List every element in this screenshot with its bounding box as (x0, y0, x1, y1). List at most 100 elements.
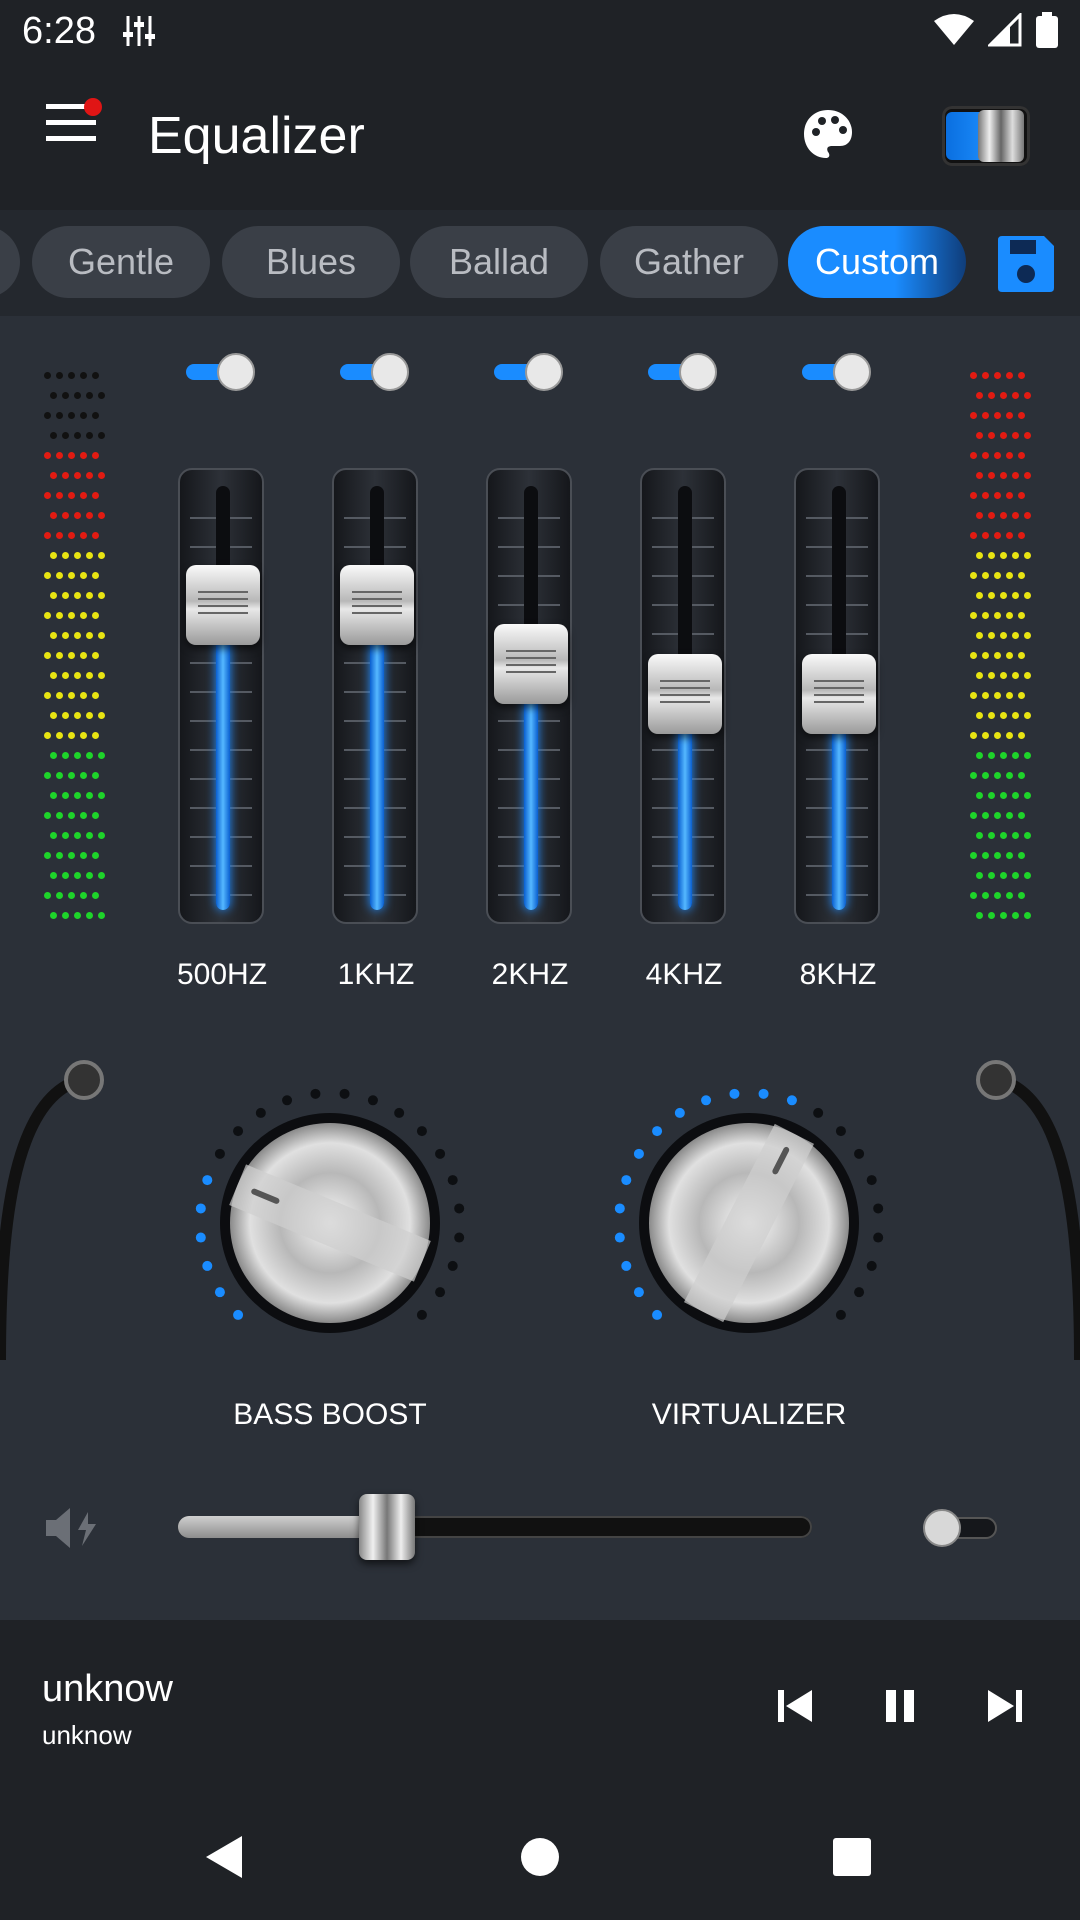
vu-dot (56, 732, 63, 739)
dial-tick (873, 1203, 884, 1214)
band-slider[interactable] (332, 468, 418, 924)
vu-dot (62, 472, 69, 479)
vu-dot (1012, 752, 1019, 759)
home-icon[interactable] (518, 1832, 562, 1887)
pause-button[interactable] (880, 1686, 920, 1731)
dial-tick (701, 1095, 712, 1106)
vu-dot (86, 832, 93, 839)
virtualizer-label: VIRTUALIZER (651, 1398, 847, 1431)
vu-dot (50, 832, 57, 839)
vu-dot (92, 532, 99, 539)
band-toggle[interactable] (184, 350, 260, 394)
vu-dot (994, 372, 1001, 379)
slider-knob[interactable] (802, 653, 876, 734)
band-toggle[interactable] (800, 350, 876, 394)
status-time: 6:28 (22, 10, 96, 52)
vu-dot (982, 572, 989, 579)
slider-knob[interactable] (340, 564, 414, 645)
palette-icon[interactable] (802, 108, 854, 165)
vu-dot (988, 512, 995, 519)
slider-knob[interactable] (494, 624, 568, 705)
band-slider[interactable] (178, 468, 264, 924)
preset-chip-partial[interactable] (0, 226, 20, 298)
dial-tick (367, 1095, 378, 1106)
vu-dot (970, 852, 977, 859)
vu-dot (74, 672, 81, 679)
vu-dot (44, 652, 51, 659)
vu-dot (86, 432, 93, 439)
vu-dot (1012, 632, 1019, 639)
vu-dot (1018, 772, 1025, 779)
vu-dot (976, 512, 983, 519)
vu-dot (982, 532, 989, 539)
recents-icon[interactable] (830, 1832, 874, 1887)
vu-dot (98, 392, 105, 399)
slider-knob[interactable] (186, 564, 260, 645)
vu-dot (994, 892, 1001, 899)
status-icons (934, 12, 1058, 48)
power-toggle[interactable] (942, 106, 1030, 166)
vu-dot (62, 712, 69, 719)
back-icon[interactable] (202, 1832, 246, 1887)
vu-dot (74, 592, 81, 599)
next-track-button[interactable] (984, 1686, 1024, 1731)
vu-dot (56, 692, 63, 699)
volume-limit-toggle[interactable] (920, 1508, 1000, 1548)
dial-tick (873, 1232, 884, 1243)
band-slider[interactable] (794, 468, 880, 924)
preset-blues[interactable]: Blues (222, 226, 400, 298)
band-toggle[interactable] (646, 350, 722, 394)
preset-custom[interactable]: Custom (788, 226, 966, 298)
vu-dot (994, 772, 1001, 779)
band-slider[interactable] (640, 468, 726, 924)
cable-left-icon (0, 1060, 104, 1360)
vu-dot (80, 652, 87, 659)
dial-tick (633, 1287, 644, 1298)
dial-tick (835, 1126, 846, 1137)
vu-dot (994, 452, 1001, 459)
notification-dot (84, 98, 102, 116)
vu-dot (62, 592, 69, 599)
vu-dot (44, 532, 51, 539)
vu-dot (98, 432, 105, 439)
vu-dot (1018, 532, 1025, 539)
vu-dot (50, 752, 57, 759)
save-preset-icon[interactable] (996, 234, 1056, 294)
vu-dot (86, 712, 93, 719)
vu-dot (976, 592, 983, 599)
vu-dot (50, 592, 57, 599)
previous-track-button[interactable] (776, 1686, 816, 1731)
vu-dot (1018, 452, 1025, 459)
bass-boost-knob[interactable] (195, 1088, 465, 1358)
preset-gather[interactable]: Gather (600, 226, 778, 298)
vu-dot (976, 472, 983, 479)
vu-dot (98, 872, 105, 879)
vu-dot (976, 912, 983, 919)
slider-knob[interactable] (648, 653, 722, 734)
vu-dot (1024, 752, 1031, 759)
vu-dot (1018, 732, 1025, 739)
virtualizer-knob[interactable] (614, 1088, 884, 1358)
vu-dot (1006, 572, 1013, 579)
vu-dot (92, 732, 99, 739)
vu-dot (98, 832, 105, 839)
vu-dot (56, 652, 63, 659)
vu-dot (1018, 572, 1025, 579)
vu-dot (976, 832, 983, 839)
volume-slider-fill (178, 1516, 388, 1538)
vu-dot (982, 412, 989, 419)
preset-gentle[interactable]: Gentle (32, 226, 210, 298)
vu-dot (80, 572, 87, 579)
vu-dot (970, 412, 977, 419)
vu-dot (1012, 912, 1019, 919)
band-slider[interactable] (486, 468, 572, 924)
band-toggle[interactable] (492, 350, 568, 394)
vu-dot (56, 772, 63, 779)
vu-dot (68, 452, 75, 459)
vu-dot (1006, 612, 1013, 619)
band-toggle[interactable] (338, 350, 414, 394)
dial-tick (255, 1107, 266, 1118)
volume-slider-thumb[interactable] (359, 1494, 416, 1560)
preset-ballad[interactable]: Ballad (410, 226, 588, 298)
vu-dot (994, 412, 1001, 419)
